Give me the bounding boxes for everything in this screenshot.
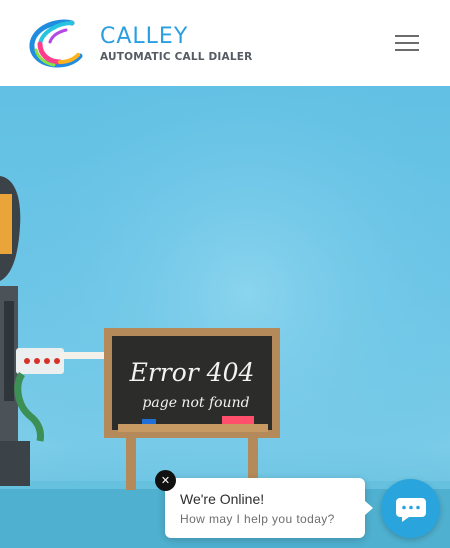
hamburger-menu-button[interactable] (392, 30, 424, 56)
close-icon[interactable]: ✕ (155, 470, 176, 491)
calley-swirl-logo-icon (29, 19, 83, 68)
brand-name: CALLEY (100, 24, 189, 49)
chat-bubble-icon (396, 498, 426, 522)
chat-greeting-card[interactable]: We're Online! How may I help you today? (165, 478, 373, 538)
board-subheading: page not found (142, 395, 249, 411)
chat-launcher-button[interactable] (381, 479, 440, 538)
brand-tagline: AUTOMATIC CALL DIALER (100, 51, 253, 63)
site-header: CALLEY AUTOMATIC CALL DIALER (0, 0, 450, 86)
board-heading: Error 404 (129, 358, 255, 387)
chat-title: We're Online! (180, 491, 265, 507)
page: CALLEY AUTOMATIC CALL DIALER Error 404 p… (0, 0, 450, 548)
chat-subtitle: How may I help you today? (180, 512, 335, 526)
site-logo[interactable]: CALLEY AUTOMATIC CALL DIALER (28, 18, 252, 70)
